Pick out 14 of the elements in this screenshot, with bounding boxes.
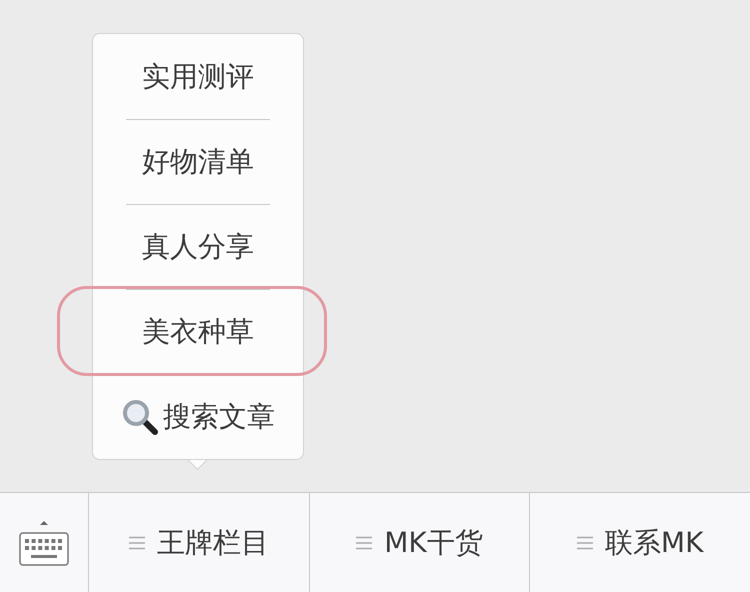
menu-tab[interactable]: 王牌栏目	[88, 493, 309, 592]
search-icon	[121, 398, 159, 436]
submenu-item[interactable]: 实用测评	[93, 34, 303, 119]
menu-icon	[356, 536, 372, 550]
menu-item-label: 搜索文章	[163, 398, 275, 434]
search-menu-item[interactable]: 搜索文章	[93, 374, 303, 459]
submenu-item[interactable]: 真人分享	[93, 204, 303, 289]
submenu-item[interactable]: 好物清单	[93, 119, 303, 204]
menu-tab[interactable]: MK干货	[308, 493, 530, 592]
menu-tab[interactable]: 联系MK	[529, 493, 750, 592]
menu-icon	[576, 536, 593, 550]
menu-icon	[128, 536, 145, 550]
keyboard-icon	[18, 518, 70, 566]
submenu-item[interactable]: 美衣种草	[93, 289, 303, 374]
